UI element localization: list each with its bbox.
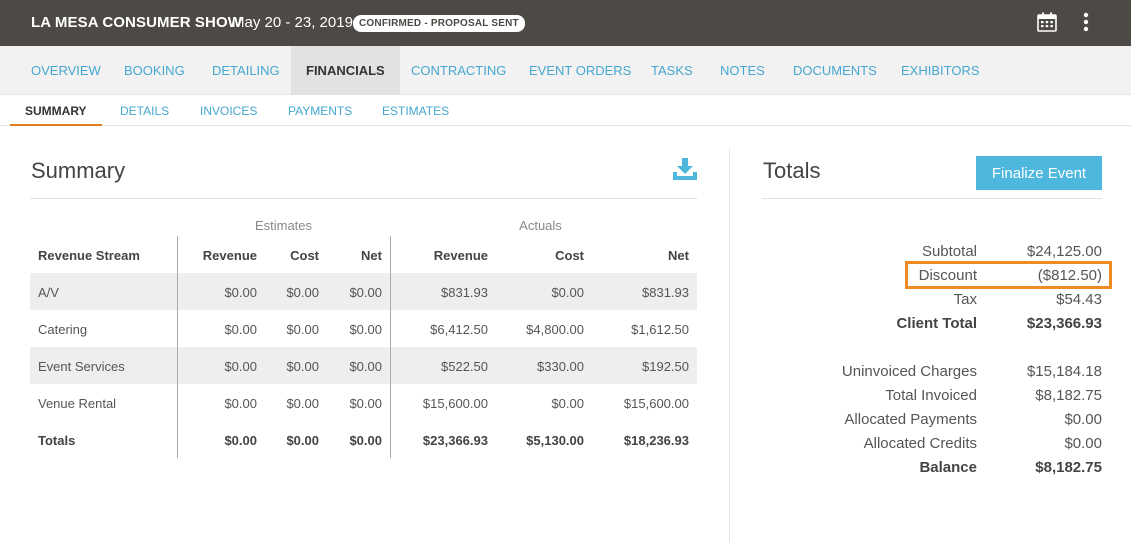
allocated-payments-value: $0.00 — [1064, 411, 1102, 428]
act-revenue: $831.93 — [441, 285, 488, 300]
subtotal-value: $24,125.00 — [1026, 243, 1102, 260]
act-net-total: $18,236.93 — [623, 433, 689, 448]
total-invoiced-label: Total Invoiced — [885, 387, 977, 404]
est-cost-total: $0.00 — [286, 433, 319, 448]
act-cost: $0.00 — [551, 396, 584, 411]
event-name: LA MESA CONSUMER SHOW — [31, 14, 242, 31]
subtab-details[interactable]: DETAILS — [120, 95, 169, 126]
estimates-group-header: Estimates — [254, 218, 313, 233]
top-bar: LA MESA CONSUMER SHOW May 20 - 23, 2019 … — [0, 0, 1131, 46]
tab-overview[interactable]: OVERVIEW — [31, 46, 101, 95]
summary-title: Summary — [31, 158, 126, 183]
totals-divider — [762, 198, 1102, 199]
column-separator — [390, 236, 391, 458]
tab-detailing[interactable]: DETAILING — [212, 46, 280, 95]
est-revenue: $0.00 — [224, 322, 257, 337]
est-revenue-total: $0.00 — [224, 433, 257, 448]
est-net: $0.00 — [349, 396, 382, 411]
act-revenue: $15,600.00 — [422, 396, 488, 411]
event-dates: May 20 - 23, 2019 — [232, 14, 353, 31]
tax-label: Tax — [953, 291, 977, 308]
est-net-total: $0.00 — [349, 433, 382, 448]
row-name: Venue Rental — [38, 396, 117, 411]
act-cost-total: $5,130.00 — [526, 433, 584, 448]
est-cost: $0.00 — [286, 359, 319, 374]
row-name: A/V — [38, 285, 59, 300]
totals-title: Totals — [763, 158, 821, 183]
col-act-net: Net — [668, 248, 689, 263]
col-est-cost: Cost — [290, 248, 319, 263]
col-act-revenue: Revenue — [433, 248, 488, 263]
main-nav: OVERVIEW BOOKING DETAILING FINANCIALS CO… — [0, 46, 1131, 95]
est-revenue: $0.00 — [224, 285, 257, 300]
tab-event-orders[interactable]: EVENT ORDERS — [529, 46, 631, 95]
uninvoiced-charges-label: Uninvoiced Charges — [841, 363, 977, 380]
calendar-icon[interactable] — [1037, 12, 1057, 32]
allocated-credits-label: Allocated Credits — [863, 435, 977, 452]
client-total-value: $23,366.93 — [1026, 315, 1102, 332]
status-badge: CONFIRMED - PROPOSAL SENT — [353, 15, 525, 32]
est-revenue: $0.00 — [224, 396, 257, 411]
total-invoiced-value: $8,182.75 — [1035, 387, 1102, 404]
tax-value: $54.43 — [1056, 291, 1102, 308]
uninvoiced-charges-value: $15,184.18 — [1026, 363, 1102, 380]
est-cost: $0.00 — [286, 322, 319, 337]
est-cost: $0.00 — [286, 285, 319, 300]
subtotal-label: Subtotal — [921, 243, 977, 260]
act-cost: $4,800.00 — [526, 322, 584, 337]
tab-booking[interactable]: BOOKING — [124, 46, 185, 95]
subtab-summary[interactable]: SUMMARY — [10, 95, 102, 126]
subtab-invoices[interactable]: INVOICES — [200, 95, 257, 126]
act-net: $1,612.50 — [631, 322, 689, 337]
act-revenue: $6,412.50 — [430, 322, 488, 337]
est-revenue: $0.00 — [224, 359, 257, 374]
finalize-event-button[interactable]: Finalize Event — [976, 156, 1102, 190]
act-revenue: $522.50 — [441, 359, 488, 374]
tab-exhibitors[interactable]: EXHIBITORS — [901, 46, 980, 95]
col-est-revenue: Revenue — [202, 248, 257, 263]
est-net: $0.00 — [349, 322, 382, 337]
tab-tasks[interactable]: TASKS — [651, 46, 693, 95]
allocated-credits-value: $0.00 — [1064, 435, 1102, 452]
totals-label: Totals — [38, 433, 76, 448]
allocated-payments-label: Allocated Payments — [844, 411, 977, 428]
discount-highlight-box — [905, 261, 1112, 289]
actuals-group-header: Actuals — [519, 218, 562, 233]
balance-value: $8,182.75 — [1035, 459, 1102, 476]
col-act-cost: Cost — [555, 248, 584, 263]
row-name: Event Services — [38, 359, 125, 374]
col-est-net: Net — [361, 248, 382, 263]
act-net: $192.50 — [642, 359, 689, 374]
act-cost: $0.00 — [551, 285, 584, 300]
tab-notes[interactable]: NOTES — [720, 46, 765, 95]
summary-divider — [30, 198, 697, 199]
est-net: $0.00 — [349, 359, 382, 374]
est-net: $0.00 — [349, 285, 382, 300]
est-cost: $0.00 — [286, 396, 319, 411]
panel-divider — [729, 148, 730, 542]
client-total-label: Client Total — [896, 315, 977, 332]
subtab-payments[interactable]: PAYMENTS — [288, 95, 352, 126]
subtab-estimates[interactable]: ESTIMATES — [382, 95, 449, 126]
more-vertical-icon[interactable] — [1080, 12, 1092, 32]
tab-documents[interactable]: DOCUMENTS — [793, 46, 877, 95]
balance-label: Balance — [919, 459, 977, 476]
download-icon[interactable] — [672, 157, 698, 181]
act-net: $831.93 — [642, 285, 689, 300]
act-net: $15,600.00 — [623, 396, 689, 411]
column-separator — [177, 236, 178, 458]
sub-nav: SUMMARY DETAILS INVOICES PAYMENTS ESTIMA… — [0, 95, 1131, 126]
tab-contracting[interactable]: CONTRACTING — [411, 46, 506, 95]
tab-financials[interactable]: FINANCIALS — [291, 46, 400, 95]
row-name: Catering — [38, 322, 88, 337]
act-revenue-total: $23,366.93 — [422, 433, 488, 448]
act-cost: $330.00 — [537, 359, 584, 374]
col-revenue-stream: Revenue Stream — [38, 248, 140, 263]
